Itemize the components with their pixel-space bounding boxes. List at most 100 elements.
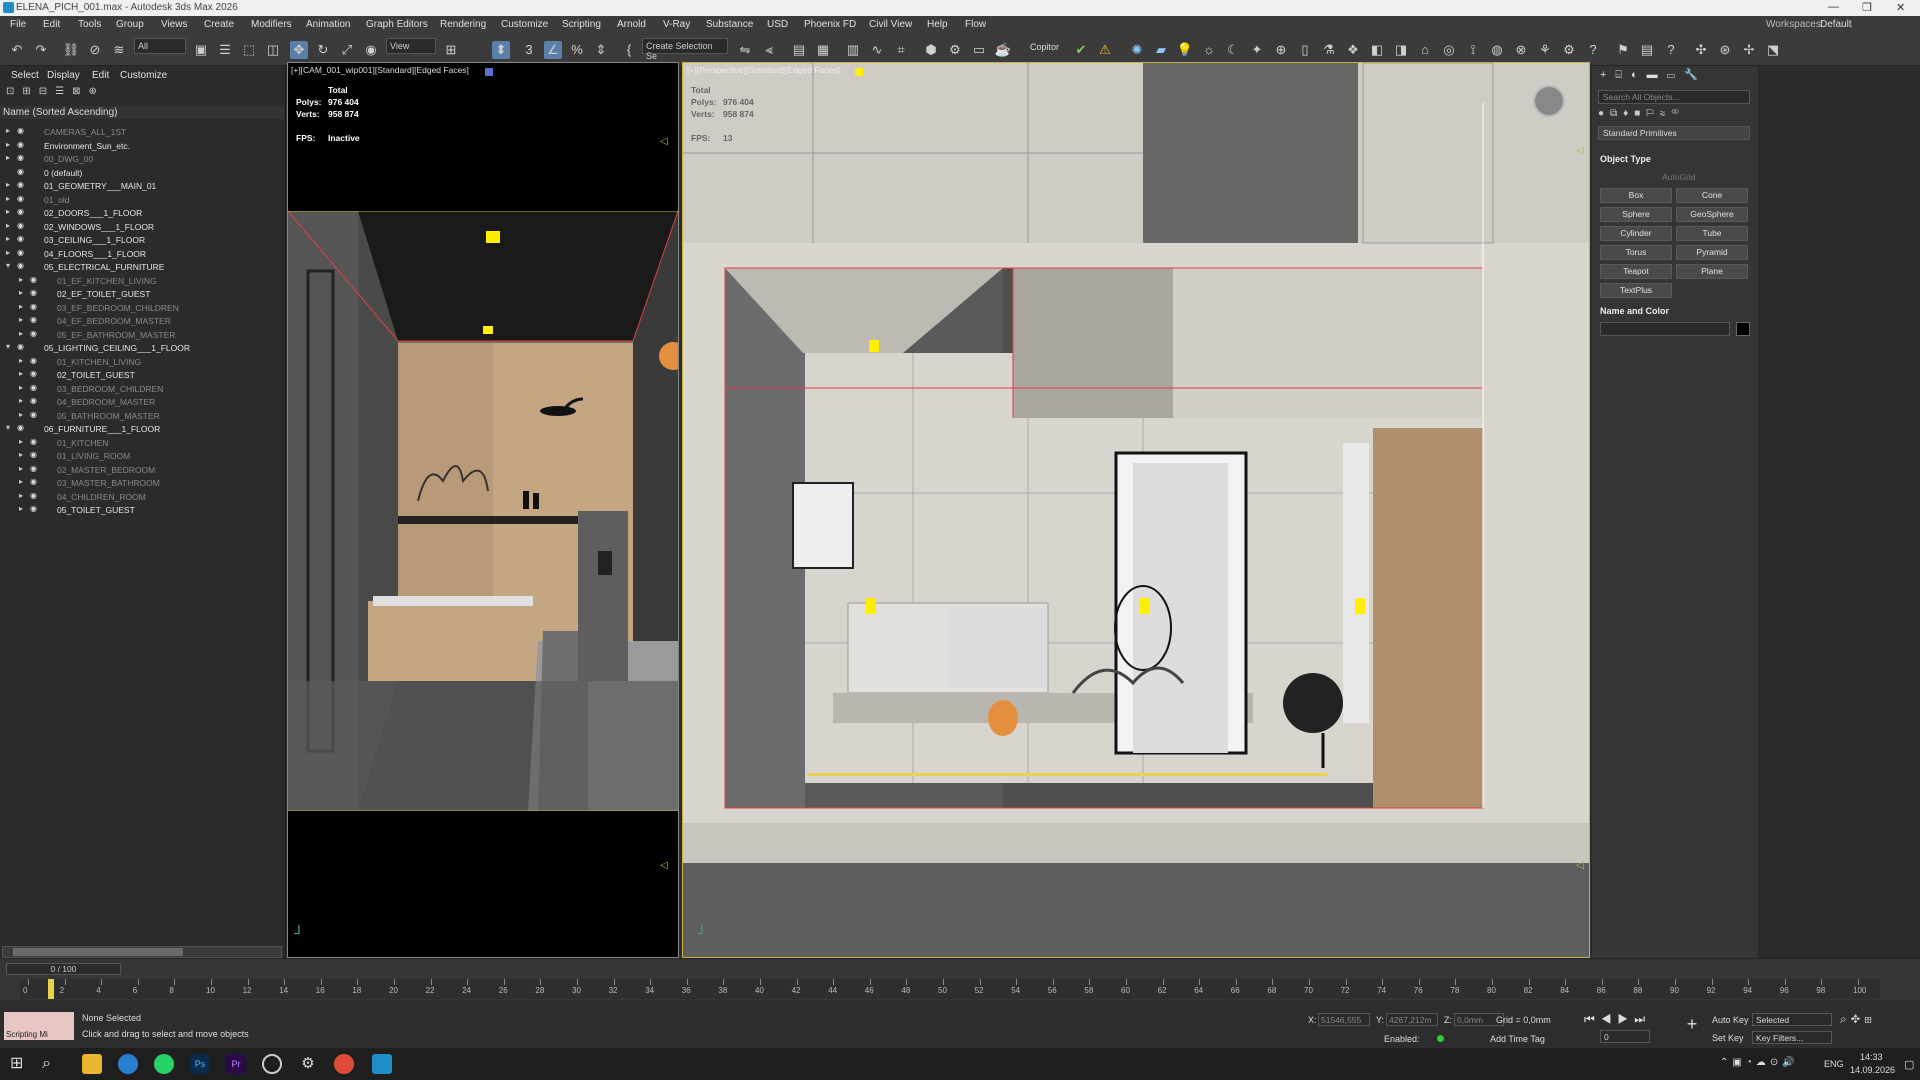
menu-usd[interactable]: USD (767, 19, 788, 30)
file-explorer-icon[interactable] (82, 1054, 102, 1074)
vray-scene-icon[interactable]: ⌂ (1416, 41, 1434, 59)
visibility-eye-icon[interactable]: ◉ (30, 477, 40, 486)
visibility-eye-icon[interactable]: ◉ (17, 126, 27, 135)
rect-region-icon[interactable]: ⬚ (240, 41, 258, 59)
visibility-eye-icon[interactable]: ◉ (17, 342, 27, 351)
menu-rendering[interactable]: Rendering (440, 19, 486, 30)
menu-phoenix-fd[interactable]: Phoenix FD (804, 19, 856, 30)
workspace-value[interactable]: Default (1820, 19, 1852, 30)
vray-vfb-icon[interactable]: ◧ (1368, 41, 1386, 59)
tab-customize[interactable]: Customize (120, 70, 167, 81)
current-frame-input[interactable]: 0 (1600, 1030, 1650, 1043)
scene-tree-row[interactable]: ▸ ◉ 02_MASTER_BEDROOM (0, 464, 284, 477)
snap-icon[interactable]: 3 (520, 41, 538, 59)
menu-flow[interactable]: Flow (965, 19, 986, 30)
camera-viewport[interactable]: [+][CAM_001_wip001][Standard][Edged Face… (287, 62, 679, 958)
visibility-eye-icon[interactable]: ◉ (30, 302, 40, 311)
pyramid-button[interactable]: Pyramid (1676, 245, 1748, 260)
search-objects-input[interactable]: Search All Objects... (1598, 90, 1750, 104)
expand-arrow-icon[interactable]: ▸ (6, 248, 14, 257)
expand-arrow-icon[interactable]: ▸ (19, 450, 27, 459)
expand-arrow-icon[interactable]: ▸ (19, 491, 27, 500)
chrome-icon[interactable] (334, 1054, 354, 1074)
object-color-swatch[interactable] (1736, 322, 1750, 336)
browser-icon[interactable] (118, 1054, 138, 1074)
menu-customize[interactable]: Customize (501, 19, 548, 30)
expand-arrow-icon[interactable]: ▸ (19, 477, 27, 486)
vray-frame-buffer-icon[interactable]: ▯ (1296, 41, 1314, 59)
render-icon[interactable]: ☕ (994, 41, 1012, 59)
scene-tree-row[interactable]: ▸ ◉ 03_MASTER_BATHROOM (0, 477, 284, 490)
object-type-title[interactable]: Object Type (1600, 154, 1651, 164)
expand-arrow-icon[interactable]: ▸ (19, 356, 27, 365)
rotate-icon[interactable]: ↻ (314, 41, 332, 59)
scene-tree-row[interactable]: ▸ ◉ 02_EF_TOILET_GUEST (0, 288, 284, 301)
timeline-playhead[interactable] (48, 979, 54, 999)
settings-gear-icon[interactable]: ⚙ (298, 1054, 318, 1074)
visibility-eye-icon[interactable]: ◉ (17, 423, 27, 432)
visibility-eye-icon[interactable]: ◉ (17, 180, 27, 189)
cylinder-button[interactable]: Cylinder (1600, 226, 1672, 241)
command-panel-tabs[interactable]: +⌸◐▬▭🔧 (1600, 68, 1750, 82)
angle-snap-icon[interactable]: ∠ (544, 41, 562, 59)
scene-tree-row[interactable]: ▾ ◉ 05_ELECTRICAL_FURNITURE (0, 261, 284, 274)
select-object-icon[interactable]: ▣ (192, 41, 210, 59)
copitor-button[interactable]: Copitor (1030, 42, 1059, 52)
scene-explorer-icon[interactable]: ▦ (814, 41, 832, 59)
visibility-eye-icon[interactable]: ◉ (30, 464, 40, 473)
unlink-icon[interactable]: ⊘ (86, 41, 104, 59)
layer-explorer-icon[interactable]: ▤ (790, 41, 808, 59)
perspective-viewport[interactable]: [+][Perspective][Standard][Edged Faces] (682, 62, 1590, 958)
redo-icon[interactable]: ↷ (32, 41, 50, 59)
scene-tree-row[interactable]: ▸ ◉ 00_DWG_00 (0, 153, 284, 166)
playback-controls[interactable]: ⏮◀▶⏭ (1584, 1012, 1651, 1027)
geosphere-button[interactable]: GeoSphere (1676, 207, 1748, 222)
scene-tree-row[interactable]: ▸ ◉ 01_KITCHEN_LIVING (0, 356, 284, 369)
tab-edit[interactable]: Edit (92, 70, 109, 81)
check-icon[interactable]: ✔ (1072, 41, 1090, 59)
tab-display[interactable]: Display (47, 70, 80, 81)
visibility-eye-icon[interactable]: ◉ (30, 396, 40, 405)
scene-tree-row[interactable]: ▸ ◉ 05_TOILET_GUEST (0, 504, 284, 517)
key-filters-button[interactable]: Key Filters... (1752, 1031, 1832, 1044)
expand-arrow-icon[interactable]: ▸ (19, 369, 27, 378)
menu-help[interactable]: Help (927, 19, 948, 30)
teapot-button[interactable]: Teapot (1600, 264, 1672, 279)
visibility-eye-icon[interactable]: ◉ (30, 383, 40, 392)
material-editor-icon[interactable]: ⬢ (922, 41, 940, 59)
visibility-eye-icon[interactable]: ◉ (17, 194, 27, 203)
ref-coord-dropdown[interactable]: View (386, 38, 436, 54)
menu-vray[interactable]: V-Ray (663, 19, 690, 30)
scene-tree-row[interactable]: ▸ ◉ CAMERAS_ALL_1ST (0, 126, 284, 139)
align-icon[interactable]: ⫷ (760, 41, 778, 59)
menu-modifiers[interactable]: Modifiers (251, 19, 292, 30)
sort-header[interactable]: Name (Sorted Ascending) (0, 106, 284, 119)
scene-tree-row[interactable]: ▸ ◉ Environment_Sun_etc. (0, 140, 284, 153)
visibility-eye-icon[interactable]: ◉ (17, 234, 27, 243)
premiere-icon[interactable]: Pr (226, 1054, 246, 1074)
vray-debug-icon[interactable]: ⊗ (1512, 41, 1530, 59)
scene-tree-row[interactable]: ▸ ◉ 05_BATHROOM_MASTER (0, 410, 284, 423)
expand-arrow-icon[interactable]: ▸ (19, 437, 27, 446)
help-circle-icon[interactable]: ? (1662, 41, 1680, 59)
whatsapp-icon[interactable] (154, 1054, 174, 1074)
expand-arrow-icon[interactable]: ▸ (6, 180, 14, 189)
vray-sun-icon[interactable]: ☼ (1200, 41, 1218, 59)
visibility-eye-icon[interactable]: ◉ (17, 140, 27, 149)
visibility-eye-icon[interactable]: ◉ (17, 153, 27, 162)
visibility-eye-icon[interactable]: ◉ (17, 207, 27, 216)
category-dropdown[interactable]: Standard Primitives (1598, 126, 1750, 140)
menu-views[interactable]: Views (161, 19, 188, 30)
bind-space-warp-icon[interactable]: ≋ (110, 41, 128, 59)
mirror-icon[interactable]: ⇋ (736, 41, 754, 59)
vray-utilities-icon[interactable]: ⚘ (1536, 41, 1554, 59)
scene-tree-row[interactable]: ▾ ◉ 06_FURNITURE___1_FLOOR (0, 423, 284, 436)
scene-tree-row[interactable]: ▸ ◉ 04_EF_BEDROOM_MASTER (0, 315, 284, 328)
menu-graph-editors[interactable]: Graph Editors (366, 19, 428, 30)
scale-icon[interactable]: ⤢ (338, 41, 356, 59)
plane-button[interactable]: Plane (1676, 264, 1748, 279)
scene-tree-row[interactable]: ▸ ◉ 03_EF_BEDROOM_CHILDREN (0, 302, 284, 315)
visibility-eye-icon[interactable]: ◉ (17, 261, 27, 270)
curve-editor-icon[interactable]: ∿ (868, 41, 886, 59)
arnold-render-icon[interactable]: ⊛ (1716, 41, 1734, 59)
